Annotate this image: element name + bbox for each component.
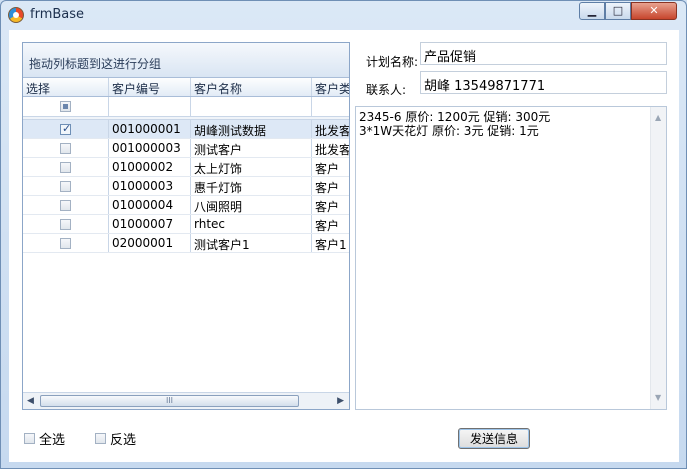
filter-select-cell[interactable] [23,97,109,116]
filter-name-cell[interactable] [191,97,312,116]
horizontal-scrollbar[interactable]: ◀ III ▶ [23,392,349,409]
customer-name: 惠千灯饰 [191,177,312,195]
invert-selection-label: 反选 [110,433,137,448]
minimize-button[interactable]: ▁ [579,2,605,20]
plan-name-label: 计划名称: [366,55,419,69]
select-all-checkbox[interactable]: 全选 [24,429,65,448]
scrollbar-thumb[interactable]: III [40,395,299,407]
row-checkbox[interactable] [60,181,71,192]
filter-code-cell[interactable] [109,97,191,116]
window-title: frmBase [30,7,85,22]
table-row[interactable]: 01000004 八闽照明 客户 [23,196,349,215]
column-header-select[interactable]: 选择 [23,78,109,96]
grid-header: 选择 客户编号 客户名称 客户类 [23,78,349,97]
message-line: 3*1W天花灯 原价: 3元 促销: 1元 [359,124,539,138]
scroll-right-arrow-icon[interactable]: ▶ [337,396,344,406]
plan-name-field[interactable]: 产品促销 [420,42,667,65]
customer-name: rhtec [191,215,312,233]
filter-checkbox[interactable] [60,101,71,112]
invert-selection-checkbox[interactable]: 反选 [95,429,136,448]
app-icon [8,7,24,23]
customer-code: 01000003 [109,177,191,195]
customer-type: 客户1 [315,238,347,252]
customer-type: 批发客 [315,143,350,157]
customer-code: 001000003 [109,139,191,157]
scroll-left-arrow-icon[interactable]: ◀ [27,396,34,406]
customer-code: 01000002 [109,158,191,176]
close-button[interactable]: ✕ [631,2,677,20]
customer-type: 客户 [315,181,340,195]
table-row[interactable]: 01000003 惠千灯饰 客户 [23,177,349,196]
customer-type: 客户 [315,200,340,214]
client-area: 拖动列标题到这进行分组 选择 客户编号 客户名称 客户类 001000001 胡… [9,30,679,462]
table-row[interactable]: 01000002 太上灯饰 客户 [23,158,349,177]
scroll-down-arrow-icon[interactable]: ▼ [655,391,661,405]
customer-name: 测试客户1 [191,234,312,252]
row-checkbox[interactable] [60,238,71,249]
customer-name: 测试客户 [191,139,312,157]
vertical-scrollbar[interactable]: ▲ ▼ [650,107,666,409]
row-checkbox[interactable] [60,162,71,173]
select-all-box[interactable] [24,433,35,444]
customer-name: 太上灯饰 [191,158,312,176]
scroll-up-arrow-icon[interactable]: ▲ [655,111,661,125]
table-row[interactable]: 001000003 测试客户 批发客 [23,139,349,158]
column-header-code[interactable]: 客户编号 [109,78,191,96]
row-checkbox[interactable] [60,122,71,135]
title-bar: frmBase ▁ □ ✕ [1,1,686,29]
maximize-button[interactable]: □ [605,2,631,20]
group-by-panel[interactable]: 拖动列标题到这进行分组 [23,43,349,78]
message-line: 2345-6 原价: 1200元 促销: 300元 [359,110,551,124]
column-header-type[interactable]: 客户类 [312,78,349,96]
customer-type: 客户 [315,162,340,176]
table-row[interactable]: 001000001 胡峰测试数据 批发客 [23,120,349,139]
invert-selection-box[interactable] [95,433,106,444]
customer-code: 02000001 [109,234,191,252]
contact-label: 联系人: [366,83,407,97]
select-all-label: 全选 [39,433,66,448]
filter-row [23,97,349,117]
contact-field[interactable]: 胡峰 13549871771 [420,71,667,94]
app-window: frmBase ▁ □ ✕ 拖动列标题到这进行分组 选择 客户编号 客户名称 客… [0,0,687,469]
customer-type: 客户 [315,219,340,233]
row-checkbox[interactable] [60,200,71,211]
table-row[interactable]: 02000001 测试客户1 客户1 [23,234,349,253]
customer-code: 01000004 [109,196,191,214]
send-message-button[interactable]: 发送信息 [458,428,530,449]
customer-type: 批发客 [315,124,350,138]
table-row[interactable]: 01000007 rhtec 客户 [23,215,349,234]
customer-grid: 拖动列标题到这进行分组 选择 客户编号 客户名称 客户类 001000001 胡… [22,42,350,410]
message-textarea[interactable]: 2345-6 原价: 1200元 促销: 300元 3*1W天花灯 原价: 3元… [355,106,667,410]
filter-type-cell[interactable] [312,97,349,116]
customer-name: 八闽照明 [191,196,312,214]
row-checkbox[interactable] [60,143,71,154]
row-checkbox[interactable] [60,219,71,230]
customer-code: 01000007 [109,215,191,233]
customer-name: 胡峰测试数据 [191,120,312,138]
customer-code: 001000001 [109,120,191,138]
column-header-name[interactable]: 客户名称 [191,78,312,96]
